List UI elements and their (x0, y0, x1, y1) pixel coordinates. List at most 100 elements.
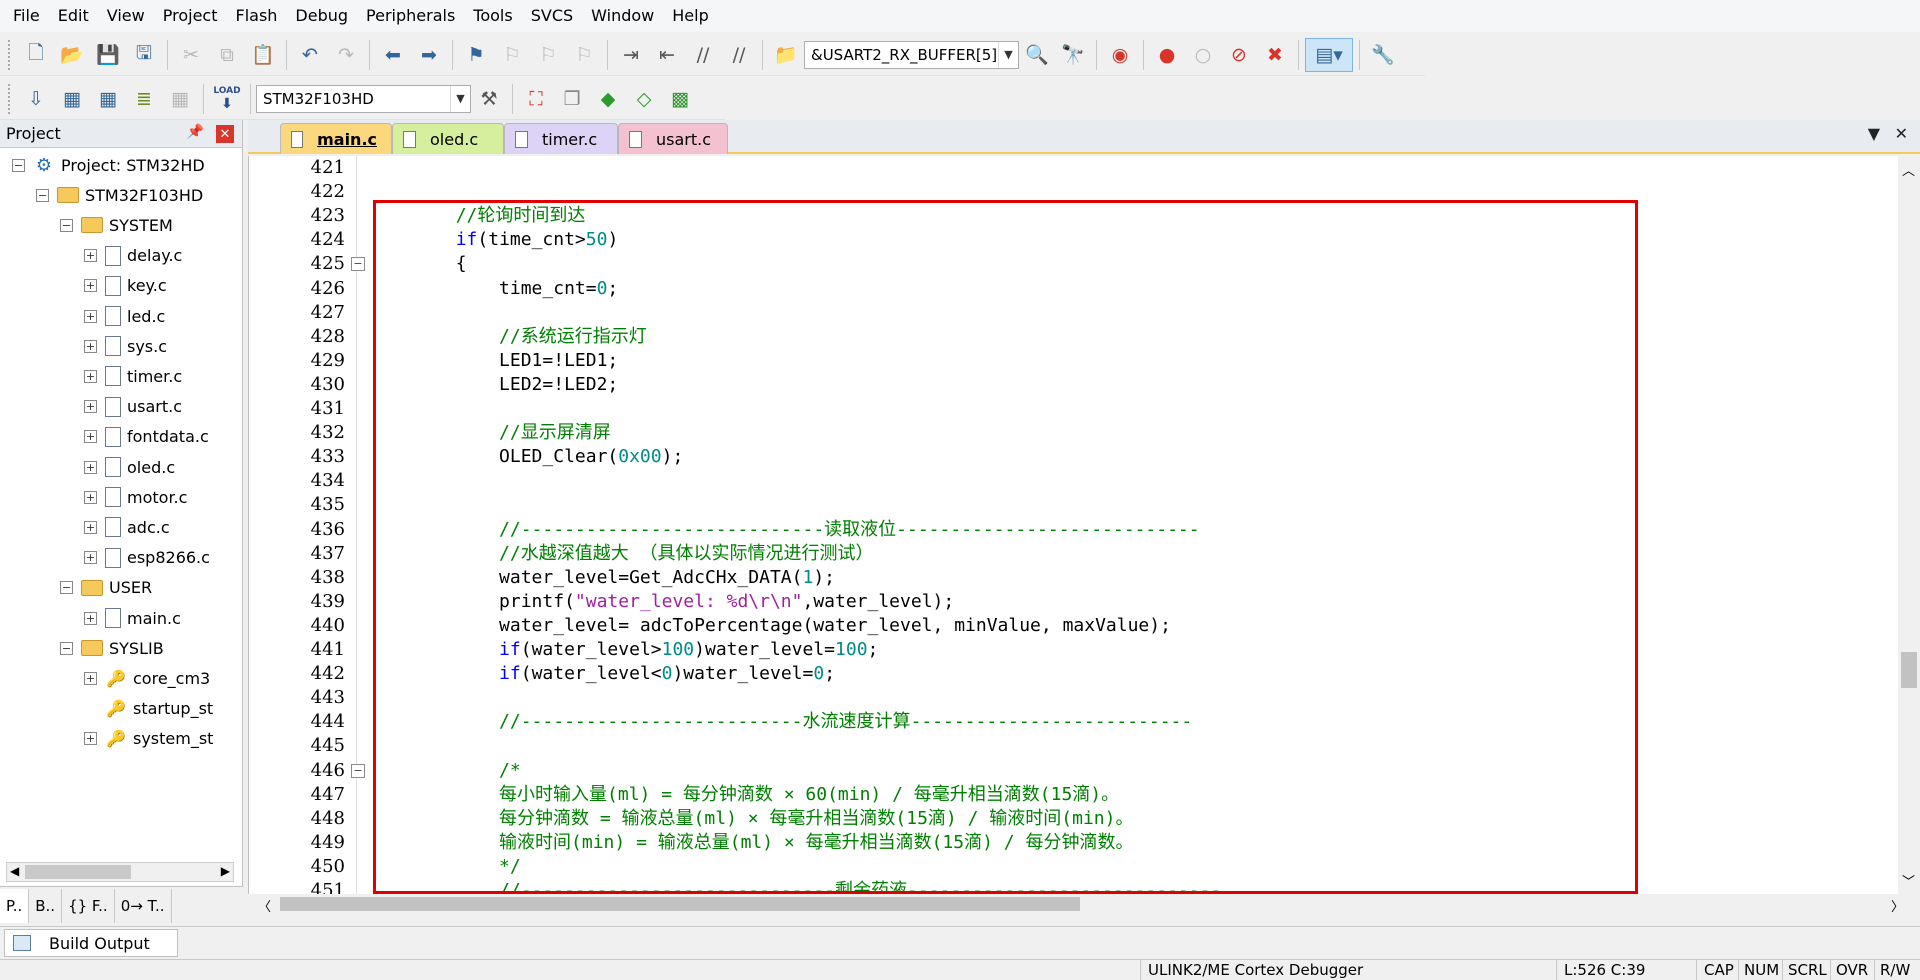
fold-collapse-icon[interactable]: − (351, 763, 365, 778)
tree-item[interactable]: + usart.c (84, 392, 182, 422)
next-bookmark-icon[interactable]: ⚐ (531, 38, 565, 72)
editor-horizontal-scrollbar[interactable]: 〈 〉 (248, 894, 1920, 915)
pin-icon[interactable]: 📌 (187, 124, 204, 140)
find-combo[interactable]: &USART2_RX_BUFFER[5] ▼ (804, 40, 1019, 69)
disable-all-breakpoints-icon[interactable]: ⊘ (1222, 38, 1256, 72)
expand-icon[interactable]: + (84, 520, 97, 534)
find-in-files-icon[interactable]: 📁 (769, 38, 803, 72)
tree-item[interactable]: + key.c (84, 271, 167, 301)
menu-flash[interactable]: Flash (226, 0, 286, 32)
save-all-icon[interactable]: 🖫 (127, 38, 161, 72)
panel-tab-1[interactable]: B.. (29, 889, 63, 923)
menu-tools[interactable]: Tools (464, 0, 521, 32)
scroll-down-icon[interactable]: ﹀ (1902, 871, 1915, 890)
navigate-back-icon[interactable]: ⬅ (376, 38, 410, 72)
stop-build-icon[interactable]: ▦ (163, 82, 197, 116)
scroll-left-icon[interactable]: 〈 (258, 896, 271, 915)
navigate-forward-icon[interactable]: ➡ (412, 38, 446, 72)
scroll-right-icon[interactable]: ▶ (221, 864, 230, 878)
menu-help[interactable]: Help (663, 0, 717, 32)
tab-oled-c[interactable]: oled.c (392, 123, 504, 154)
toolbar-grip[interactable] (8, 39, 12, 70)
save-icon[interactable]: 💾 (91, 38, 125, 72)
project-horizontal-scrollbar[interactable]: ◀ ▶ (6, 862, 234, 882)
breakpoint-icon[interactable]: ● (1150, 38, 1184, 72)
batch-build-icon[interactable]: ≣ (127, 82, 161, 116)
collapse-icon[interactable]: − (60, 218, 73, 232)
scroll-thumb[interactable] (1901, 652, 1917, 688)
expand-icon[interactable]: + (84, 460, 97, 474)
open-file-icon[interactable]: 📂 (55, 38, 89, 72)
tree-item[interactable]: + timer.c (84, 361, 182, 391)
tree-item[interactable]: + 🔑 system_st (84, 724, 213, 754)
tab-timer-c[interactable]: timer.c (504, 123, 618, 154)
window-layout-icon[interactable]: ▤▾ (1305, 37, 1353, 72)
scroll-right-icon[interactable]: 〉 (1891, 896, 1904, 915)
expand-icon[interactable]: + (84, 279, 97, 293)
undo-icon[interactable]: ↶ (293, 38, 327, 72)
configure-icon[interactable]: 🔧 (1366, 38, 1400, 72)
new-file-icon[interactable]: 🗋 (19, 38, 53, 72)
expand-icon[interactable]: + (84, 551, 97, 565)
menu-edit[interactable]: Edit (49, 0, 98, 32)
tab-list-icon[interactable]: ▼ (1868, 124, 1880, 143)
tree-item[interactable]: − ⚙ Project: STM32HD (12, 150, 205, 180)
collapse-icon[interactable]: − (12, 158, 25, 172)
expand-icon[interactable]: + (84, 309, 97, 323)
scroll-up-icon[interactable]: ︿ (1902, 160, 1915, 179)
close-icon[interactable]: ✕ (1895, 124, 1908, 143)
menu-project[interactable]: Project (154, 0, 227, 32)
tree-item[interactable]: + 🔑 core_cm3 (84, 663, 210, 693)
collapse-icon[interactable]: − (60, 581, 73, 595)
tree-item[interactable]: − SYSTEM (60, 210, 173, 240)
panel-tab-3[interactable]: 0→ T.. (115, 889, 172, 923)
kill-all-breakpoints-icon[interactable]: ✖ (1258, 38, 1292, 72)
close-icon[interactable]: ✕ (216, 125, 234, 143)
tree-item[interactable]: + motor.c (84, 482, 187, 512)
expand-icon[interactable]: + (84, 430, 97, 444)
tree-item[interactable]: + esp8266.c (84, 543, 210, 573)
code-editor[interactable]: 421 422 423 424 425 426 427 428 429 430 431 432 433 4… (248, 156, 1920, 901)
toolbar-grip[interactable] (8, 83, 12, 114)
scroll-thumb[interactable] (280, 897, 1080, 911)
unindent-icon[interactable]: ⇤ (650, 38, 684, 72)
build-output-tab[interactable]: Build Output (4, 929, 178, 957)
tree-item[interactable]: + led.c (84, 301, 165, 331)
menu-debug[interactable]: Debug (286, 0, 357, 32)
select-software-packs-icon[interactable]: ◇ (627, 82, 661, 116)
expand-icon[interactable]: + (84, 732, 97, 746)
manage-run-time-environment-icon[interactable]: ◆ (591, 82, 625, 116)
expand-icon[interactable]: + (84, 339, 97, 353)
menu-svcs[interactable]: SVCS (522, 0, 582, 32)
scroll-thumb[interactable] (25, 865, 131, 879)
manage-project-items-icon[interactable]: ⛶ (519, 82, 553, 116)
expand-icon[interactable]: + (84, 490, 97, 504)
tab-usart-c[interactable]: usart.c (618, 123, 728, 154)
editor-vertical-scrollbar[interactable]: ︿ ﹀ (1898, 156, 1920, 894)
redo-icon[interactable]: ↷ (329, 38, 363, 72)
panel-tab-0[interactable]: P.. (0, 889, 30, 923)
rebuild-icon[interactable]: ▦ (91, 82, 125, 116)
tree-item[interactable]: − STM32F103HD (36, 180, 203, 210)
code-area[interactable]: //轮询时间到达 if(time_cnt>50) { time_cnt=0; /… (369, 156, 1879, 894)
fold-collapse-icon[interactable]: − (351, 257, 365, 272)
tree-item[interactable]: − USER (60, 573, 152, 603)
tree-item[interactable]: + delay.c (84, 241, 182, 271)
menu-view[interactable]: View (98, 0, 154, 32)
tree-item[interactable]: − SYSLIB (60, 633, 164, 663)
expand-icon[interactable]: + (84, 611, 97, 625)
tree-item[interactable]: +🔑startup_st (84, 694, 213, 724)
disable-breakpoint-icon[interactable]: ○ (1186, 38, 1220, 72)
expand-icon[interactable]: + (84, 249, 97, 263)
copy-icon[interactable]: ⧉ (210, 38, 244, 72)
comment-icon[interactable]: // (686, 38, 720, 72)
paste-icon[interactable]: 📋 (246, 38, 280, 72)
expand-icon[interactable]: + (84, 671, 97, 685)
chevron-down-icon[interactable]: ▼ (450, 85, 470, 112)
incremental-find-icon[interactable]: 🔭 (1056, 38, 1090, 72)
tree-item[interactable]: + oled.c (84, 452, 175, 482)
tree-item[interactable]: + adc.c (84, 512, 170, 542)
bookmark-icon[interactable]: ⚑ (459, 38, 493, 72)
manage-multi-project-icon[interactable]: ❐ (555, 82, 589, 116)
expand-icon[interactable]: + (84, 369, 97, 383)
